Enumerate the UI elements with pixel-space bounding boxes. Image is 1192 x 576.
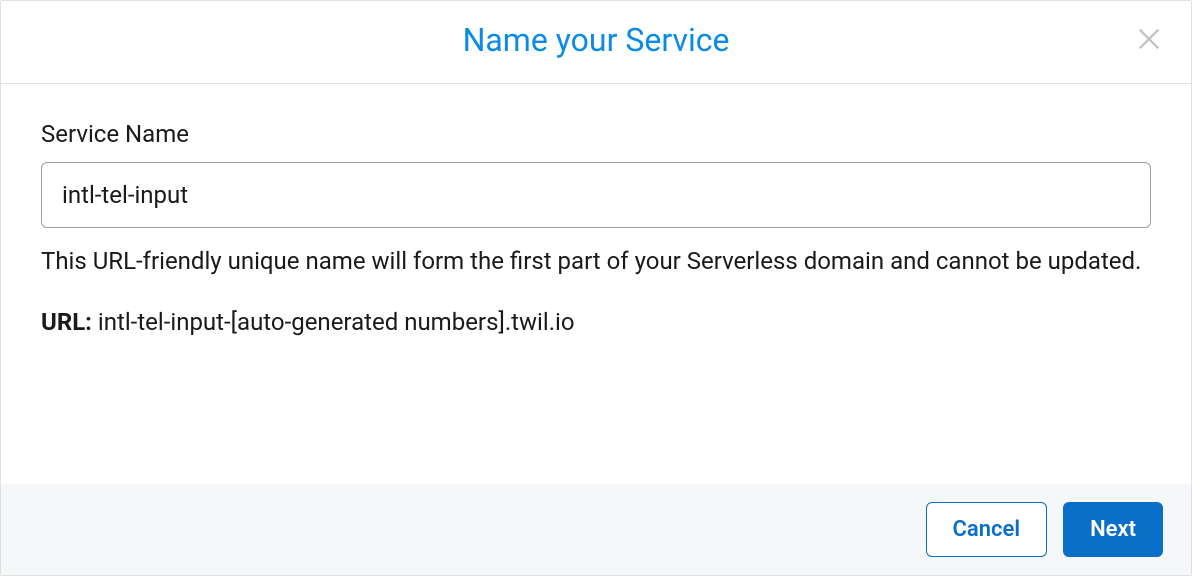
- next-button[interactable]: Next: [1063, 502, 1163, 557]
- url-value: intl-tel-input-[auto-generated numbers].…: [98, 308, 575, 336]
- service-name-label: Service Name: [41, 120, 1151, 148]
- service-name-help-text: This URL-friendly unique name will form …: [41, 242, 1151, 280]
- url-preview: URL: intl-tel-input-[auto-generated numb…: [41, 308, 1151, 336]
- cancel-button[interactable]: Cancel: [926, 502, 1048, 557]
- close-icon[interactable]: [1135, 25, 1163, 53]
- name-service-modal: Name your Service Service Name This URL-…: [0, 0, 1192, 576]
- modal-body: Service Name This URL-friendly unique na…: [1, 84, 1191, 484]
- url-label: URL:: [41, 308, 92, 336]
- modal-title: Name your Service: [41, 21, 1151, 59]
- service-name-input[interactable]: [41, 162, 1151, 228]
- modal-header: Name your Service: [1, 1, 1191, 84]
- modal-footer: Cancel Next: [1, 484, 1191, 575]
